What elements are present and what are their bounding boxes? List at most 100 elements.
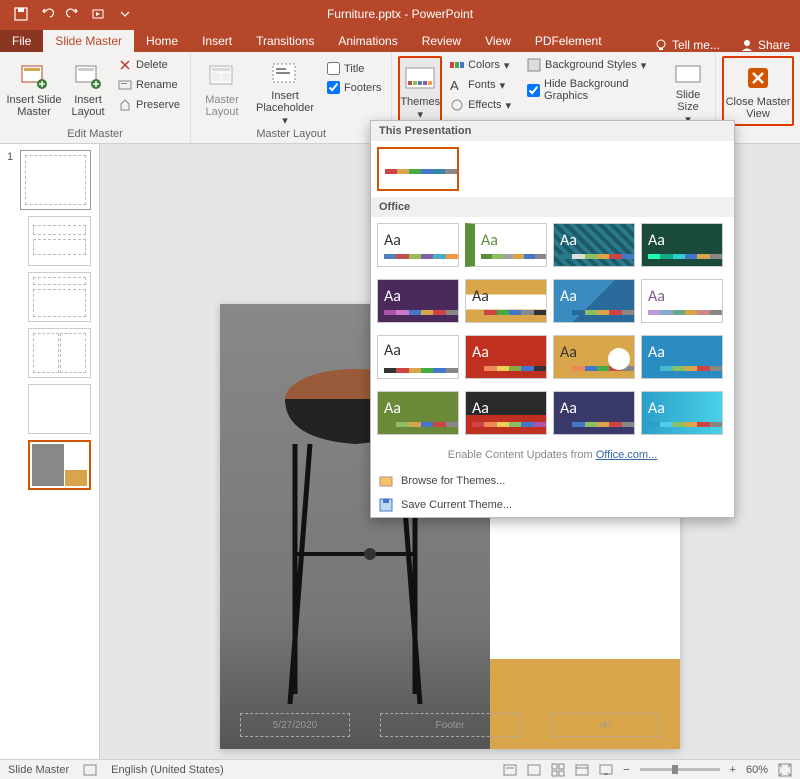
footers-checkbox[interactable]: Footers [323,79,385,96]
background-styles-button[interactable]: Background Styles ▾ [523,56,655,74]
slide-size-button[interactable]: Slide Size ▾ [667,56,709,126]
theme-droplet[interactable]: Aa [641,391,723,435]
content-updates-link[interactable]: Enable Content Updates from Office.com..… [371,441,734,469]
share-button[interactable]: Share [730,38,800,52]
master-layout-icon [206,60,238,92]
browse-for-themes[interactable]: Browse for Themes... [371,469,734,493]
tab-transitions[interactable]: Transitions [244,30,326,52]
start-from-beginning-icon[interactable] [88,3,110,25]
notes-button[interactable] [503,763,517,777]
themes-gallery-dropdown: This Presentation Office Aa Aa Aa Aa Aa … [370,120,735,518]
zoom-slider[interactable] [640,768,720,771]
theme-retrospect[interactable]: Aa [465,279,547,323]
titlebar: Furniture.pptx - PowerPoint [0,0,800,28]
group-label-master-layout: Master Layout [256,126,326,142]
tab-review[interactable]: Review [410,30,473,52]
theme-celestial[interactable]: Aa [553,335,635,379]
thumbnail-pane[interactable]: 1 [0,144,100,759]
tab-slide-master[interactable]: Slide Master [43,30,134,52]
group-master-layout: Master Layout Insert Placeholder ▾ Title… [191,52,392,143]
theme-badge[interactable]: Aa [377,335,459,379]
close-master-view-button[interactable]: Close Master View [722,56,794,126]
statusbar: Slide Master English (United States) − +… [0,759,800,779]
tab-insert[interactable]: Insert [190,30,244,52]
status-mode: Slide Master [8,764,69,776]
thumb-master-number: 1 [7,151,13,163]
slide-size-icon [672,60,704,87]
close-icon [742,62,774,94]
redo-icon[interactable] [62,3,84,25]
spell-check-icon[interactable] [83,763,97,777]
thumb-layout-1[interactable] [28,216,91,266]
tab-file[interactable]: File [0,30,43,52]
undo-icon[interactable] [36,3,58,25]
zoom-out-button[interactable]: − [623,764,629,776]
window-title: Furniture.pptx - PowerPoint [327,7,473,21]
themes-section-office: Office [371,197,734,217]
fonts-icon: A [450,78,464,92]
delete-button[interactable]: Delete [114,56,184,74]
group-edit-master: Insert Slide Master Insert Layout Delete… [0,52,191,143]
sorter-view-icon[interactable] [551,763,565,777]
insert-layout-button[interactable]: Insert Layout [66,56,110,126]
save-current-theme[interactable]: Save Current Theme... [371,493,734,517]
slide-number-placeholder[interactable]: ‹#› [550,713,660,737]
slideshow-view-icon[interactable] [599,763,613,777]
title-checkbox[interactable]: Title [323,60,385,77]
thumb-layout-5[interactable] [28,440,91,490]
folder-icon [379,474,393,488]
effects-button[interactable]: Effects ▾ [446,96,515,114]
save-theme-icon [379,498,393,512]
effects-icon [450,98,464,112]
theme-ion-boardroom[interactable]: Aa [377,279,459,323]
themes-button[interactable]: Themes ▾ [398,56,442,126]
theme-ion[interactable]: Aa [641,223,723,267]
master-layout-button[interactable]: Master Layout [197,56,247,126]
rename-icon [118,78,132,92]
insert-placeholder-button[interactable]: Insert Placeholder ▾ [251,56,319,126]
tab-home[interactable]: Home [134,30,190,52]
tab-animations[interactable]: Animations [326,30,409,52]
quick-access-toolbar [0,3,136,25]
tab-view[interactable]: View [473,30,523,52]
insert-slide-master-button[interactable]: Insert Slide Master [6,56,62,126]
thumb-layout-4[interactable] [28,384,91,434]
thumb-layout-2[interactable] [28,272,91,322]
insert-slide-master-icon [18,60,50,92]
status-language[interactable]: English (United States) [111,764,224,776]
save-icon[interactable] [10,3,32,25]
fit-to-window-icon[interactable] [778,763,792,777]
normal-view-icon[interactable] [527,763,541,777]
theme-damask[interactable]: Aa [377,391,459,435]
lightbulb-icon [654,38,668,52]
theme-integral[interactable]: Aa [553,223,635,267]
theme-berlin[interactable]: Aa [465,335,547,379]
reading-view-icon[interactable] [575,763,589,777]
tab-pdfelement[interactable]: PDFelement [523,30,614,52]
preserve-button[interactable]: Preserve [114,96,184,114]
group-label-edit-master: Edit Master [67,126,123,142]
theme-circuit[interactable]: Aa [641,335,723,379]
person-icon [740,38,754,52]
footer-placeholder[interactable]: Footer [380,713,520,737]
theme-wisp[interactable]: Aa [641,279,723,323]
insert-placeholder-icon [269,60,301,88]
theme-slice[interactable]: Aa [553,279,635,323]
date-placeholder[interactable]: 5/27/2020 [240,713,350,737]
rename-button[interactable]: Rename [114,76,184,94]
theme-office[interactable]: Aa [377,223,459,267]
theme-facet[interactable]: Aa [465,223,547,267]
thumb-master[interactable]: 1 [20,150,91,210]
thumb-layout-3[interactable] [28,328,91,378]
qat-customize-icon[interactable] [114,3,136,25]
colors-button[interactable]: Colors ▾ [446,56,515,74]
theme-dividend[interactable]: Aa [553,391,635,435]
fonts-button[interactable]: AFonts ▾ [446,76,515,94]
zoom-level[interactable]: 60% [746,764,768,776]
tell-me-label: Tell me... [672,38,720,52]
zoom-in-button[interactable]: + [730,764,736,776]
theme-depth[interactable]: Aa [465,391,547,435]
tell-me[interactable]: Tell me... [644,38,730,52]
theme-current[interactable] [377,147,459,191]
hide-background-graphics-checkbox[interactable]: Hide Background Graphics [523,76,655,104]
